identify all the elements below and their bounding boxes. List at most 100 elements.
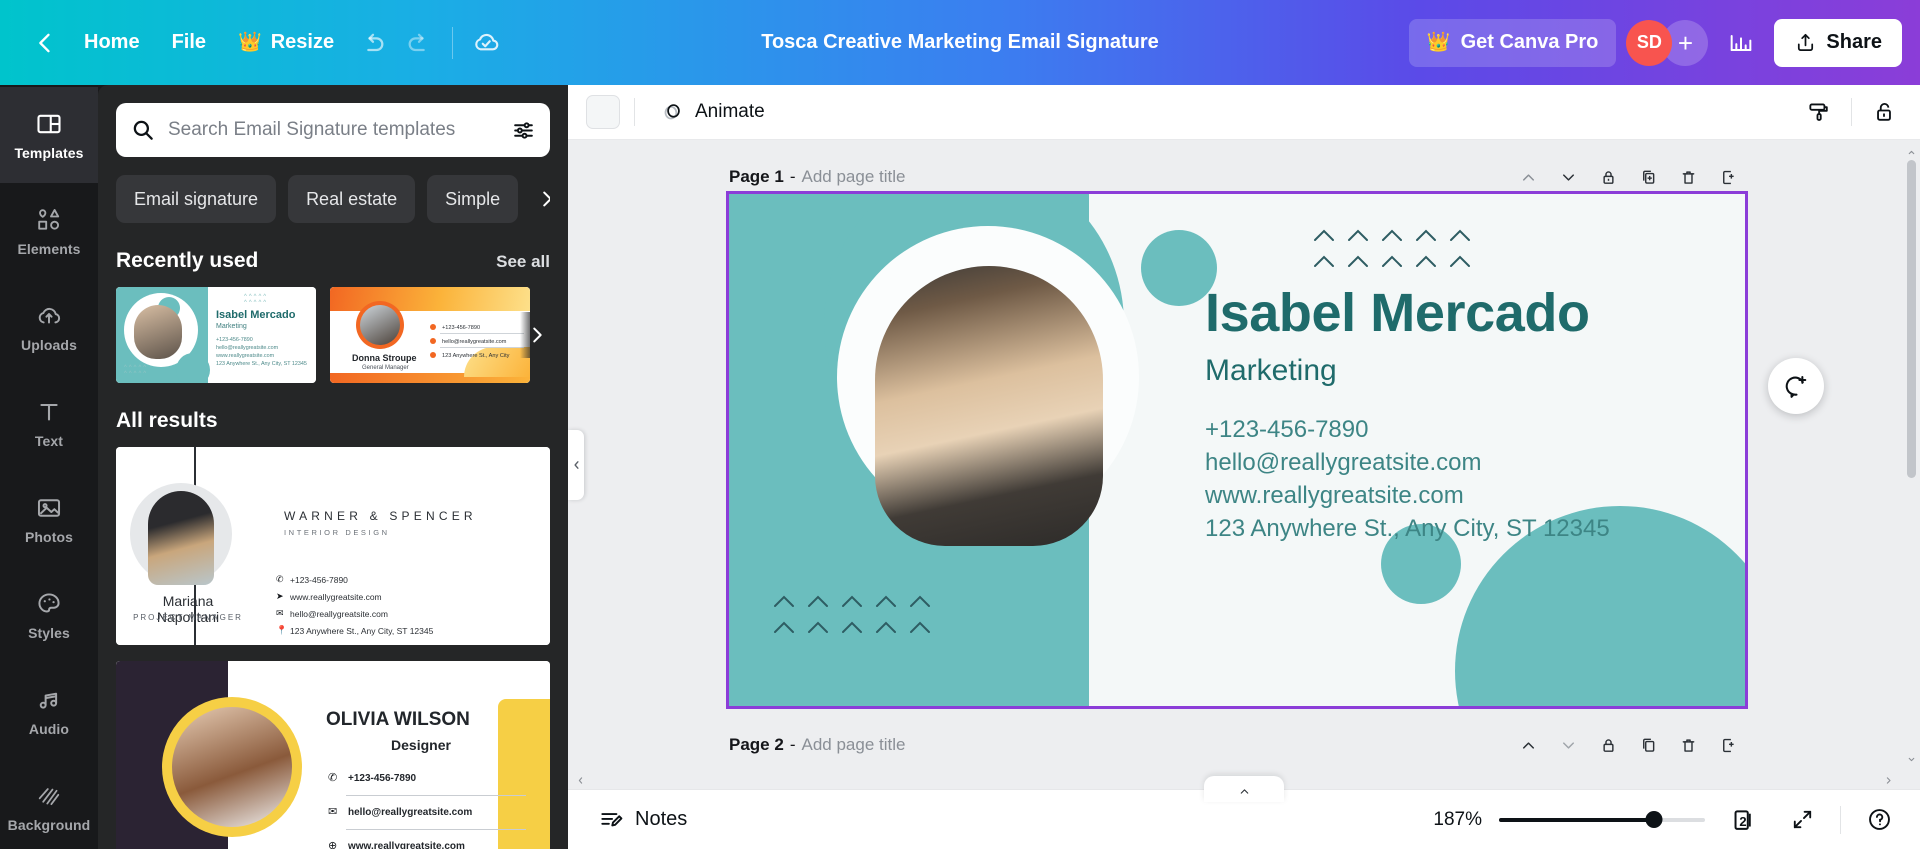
sidebar-item-templates[interactable]: Templates	[0, 87, 98, 183]
sidebar-item-styles[interactable]: Styles	[0, 567, 98, 663]
saved-status-button[interactable]	[463, 20, 509, 66]
lock-button[interactable]	[1864, 92, 1904, 132]
result-phone: +123-456-7890	[348, 773, 417, 784]
lock-icon	[1602, 170, 1614, 184]
scroll-down-button[interactable]	[1906, 753, 1917, 765]
move-page-up-button[interactable]	[1511, 728, 1545, 762]
scrollbar-thumb[interactable]	[1907, 160, 1916, 478]
sidebar-item-uploads[interactable]: Uploads	[0, 279, 98, 375]
sidebar-item-background[interactable]: Background	[0, 759, 98, 849]
recent-template-isabel[interactable]: Isabel Mercado Marketing +123-456-7890 h…	[116, 287, 316, 383]
animate-button[interactable]: Animate	[649, 92, 775, 132]
fullscreen-button[interactable]	[1781, 799, 1823, 841]
redo-button[interactable]	[396, 20, 442, 66]
thumb-art: Isabel Mercado Marketing +123-456-7890 h…	[116, 287, 316, 383]
move-page-up-button[interactable]	[1511, 160, 1545, 194]
chevron-down-icon	[1562, 173, 1574, 181]
page-color-swatch[interactable]	[586, 95, 620, 129]
design-phone[interactable]: +123-456-7890	[1205, 416, 1368, 444]
panel-content[interactable]: Recently used See all Isabel Mercado Mar…	[98, 223, 568, 849]
chips-next-button[interactable]	[530, 175, 550, 223]
page-dash: -	[789, 167, 796, 186]
share-button[interactable]: Share	[1774, 18, 1902, 67]
redo-icon	[408, 33, 425, 51]
page-title-input[interactable]: Add page title	[801, 167, 905, 187]
add-comment-button[interactable]	[1768, 358, 1824, 414]
design-website[interactable]: www.reallygreatsite.com	[1205, 482, 1464, 510]
scroll-right-button[interactable]	[1882, 775, 1894, 786]
add-page-button[interactable]	[1711, 160, 1745, 194]
add-page-button[interactable]	[1711, 728, 1745, 762]
page-title-input[interactable]: Add page title	[801, 735, 905, 755]
resize-button[interactable]: 👑 Resize	[222, 19, 350, 67]
sidebar-item-photos[interactable]: Photos	[0, 471, 98, 567]
notes-expand-handle[interactable]	[1204, 776, 1284, 802]
help-icon	[1868, 809, 1890, 830]
duplicate-page-button[interactable]	[1631, 160, 1665, 194]
scroll-left-button[interactable]	[574, 775, 586, 786]
mail-icon: ✉	[276, 608, 284, 618]
filter-chip[interactable]: Simple	[427, 175, 519, 223]
scroll-up-button[interactable]	[1906, 146, 1917, 158]
delete-page-button[interactable]	[1671, 160, 1705, 194]
duplicate-icon	[1642, 738, 1654, 752]
move-page-down-button[interactable]	[1551, 160, 1585, 194]
filter-chip[interactable]: Real estate	[288, 175, 416, 223]
canvas-vertical-scrollbar[interactable]	[1906, 146, 1917, 765]
sliders-icon[interactable]	[511, 118, 536, 143]
recent-template-donna[interactable]: Donna Stroupe General Manager +123-456-7…	[330, 287, 530, 383]
sidebar-item-text[interactable]: Text	[0, 375, 98, 471]
help-button[interactable]	[1858, 799, 1900, 841]
result-role: Designer	[391, 737, 451, 753]
back-button[interactable]	[22, 20, 68, 66]
resize-label: Resize	[270, 31, 335, 53]
copy-style-button[interactable]	[1799, 92, 1839, 132]
result-template-olivia-wilson[interactable]: OLIVIA WILSON Designer +123-456-7890 hel…	[116, 661, 550, 849]
design-canvas-page-1[interactable]: Isabel Mercado Marketing +123-456-7890 h…	[726, 191, 1748, 709]
notes-button[interactable]: Notes	[586, 799, 699, 841]
design-address[interactable]: 123 Anywhere St., Any City, ST 12345	[1205, 515, 1610, 543]
plus-icon: +	[1677, 27, 1693, 58]
collapse-panel-button[interactable]	[568, 429, 584, 500]
toolbar-divider	[634, 98, 635, 126]
avatar[interactable]: SD	[1626, 19, 1673, 66]
thumb-phone: +123-456-7890	[216, 337, 253, 343]
canvas-area[interactable]: Page 1 - Add page title Isabel Mercado M…	[568, 140, 1920, 789]
duplicate-page-button[interactable]	[1631, 728, 1665, 762]
design-name[interactable]: Isabel Mercado	[1205, 282, 1590, 344]
result-website: www.reallygreatsite.com	[290, 592, 382, 602]
page-tools-1	[1511, 160, 1745, 194]
recently-used-list: Isabel Mercado Marketing +123-456-7890 h…	[116, 287, 554, 383]
lock-page-button[interactable]	[1591, 160, 1625, 194]
search-input[interactable]	[168, 119, 499, 141]
search-icon	[133, 120, 153, 140]
insights-button[interactable]	[1718, 20, 1764, 66]
see-all-link[interactable]: See all	[496, 252, 550, 272]
delete-page-button[interactable]	[1671, 728, 1705, 762]
design-role[interactable]: Marketing	[1205, 354, 1337, 388]
move-page-down-button[interactable]	[1551, 728, 1585, 762]
toolbar-divider	[1851, 98, 1852, 126]
canvas-scroll-container[interactable]: Page 1 - Add page title Isabel Mercado M…	[568, 140, 1906, 773]
mail-icon: ✉	[328, 806, 338, 818]
result-template-warner-spencer[interactable]: Mariana Napolitani PROJECT MANAGER WARNE…	[116, 447, 550, 645]
zoom-slider[interactable]	[1499, 810, 1705, 830]
get-canva-pro-button[interactable]: 👑 Get Canva Pro	[1408, 18, 1617, 67]
palette-icon	[38, 592, 60, 612]
undo-button[interactable]	[350, 20, 396, 66]
lock-page-button[interactable]	[1591, 728, 1625, 762]
sidebar-item-label: Elements	[17, 240, 81, 257]
design-email[interactable]: hello@reallygreatsite.com	[1205, 449, 1481, 477]
recently-used-next-button[interactable]	[520, 312, 554, 358]
zoom-slider-knob[interactable]	[1645, 811, 1662, 828]
file-menu-button[interactable]: File	[156, 19, 222, 67]
page-manager-button[interactable]: 2	[1722, 799, 1764, 841]
sidebar-item-elements[interactable]: Elements	[0, 183, 98, 279]
chevron-down-icon	[1562, 741, 1574, 749]
search-box[interactable]	[116, 103, 550, 157]
sidebar-item-label: Text	[34, 432, 64, 449]
filter-chip[interactable]: Email signature	[116, 175, 277, 223]
home-button[interactable]: Home	[68, 19, 156, 67]
document-title[interactable]: Tosca Creative Marketing Email Signature	[747, 23, 1173, 62]
sidebar-item-audio[interactable]: Audio	[0, 663, 98, 759]
